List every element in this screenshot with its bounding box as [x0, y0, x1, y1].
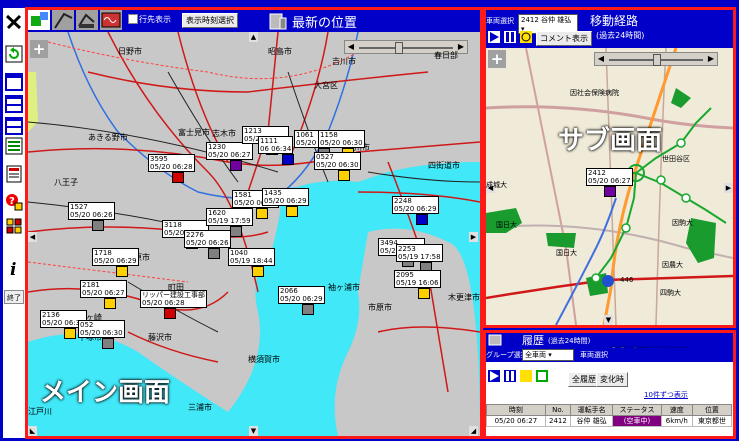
info-pane-border — [483, 330, 736, 439]
layout-triple-icon[interactable] — [4, 116, 24, 136]
tools-icon[interactable] — [4, 12, 24, 32]
report-icon[interactable] — [4, 164, 24, 184]
left-toolbar: ? i 終了 — [3, 8, 25, 438]
main-pane-border — [25, 7, 483, 439]
layout-single-icon[interactable] — [4, 72, 24, 92]
refresh-icon[interactable] — [4, 44, 24, 64]
settings-icon[interactable] — [4, 216, 24, 236]
svg-text:i: i — [10, 260, 16, 278]
exit-button[interactable]: 終了 — [4, 290, 24, 304]
info-icon[interactable]: i — [4, 258, 24, 278]
sub-pane-border — [483, 7, 736, 328]
layout-split-icon[interactable] — [4, 94, 24, 114]
application-window: ? i 終了 行先表示 表示時刻選択 最新の位置 + ◀ ▶ ▲ ◀ ▶ ◣ ▼… — [0, 0, 739, 441]
history-list-icon[interactable] — [4, 136, 24, 156]
svg-text:?: ? — [9, 196, 15, 207]
help-icon[interactable]: ? — [4, 192, 24, 212]
